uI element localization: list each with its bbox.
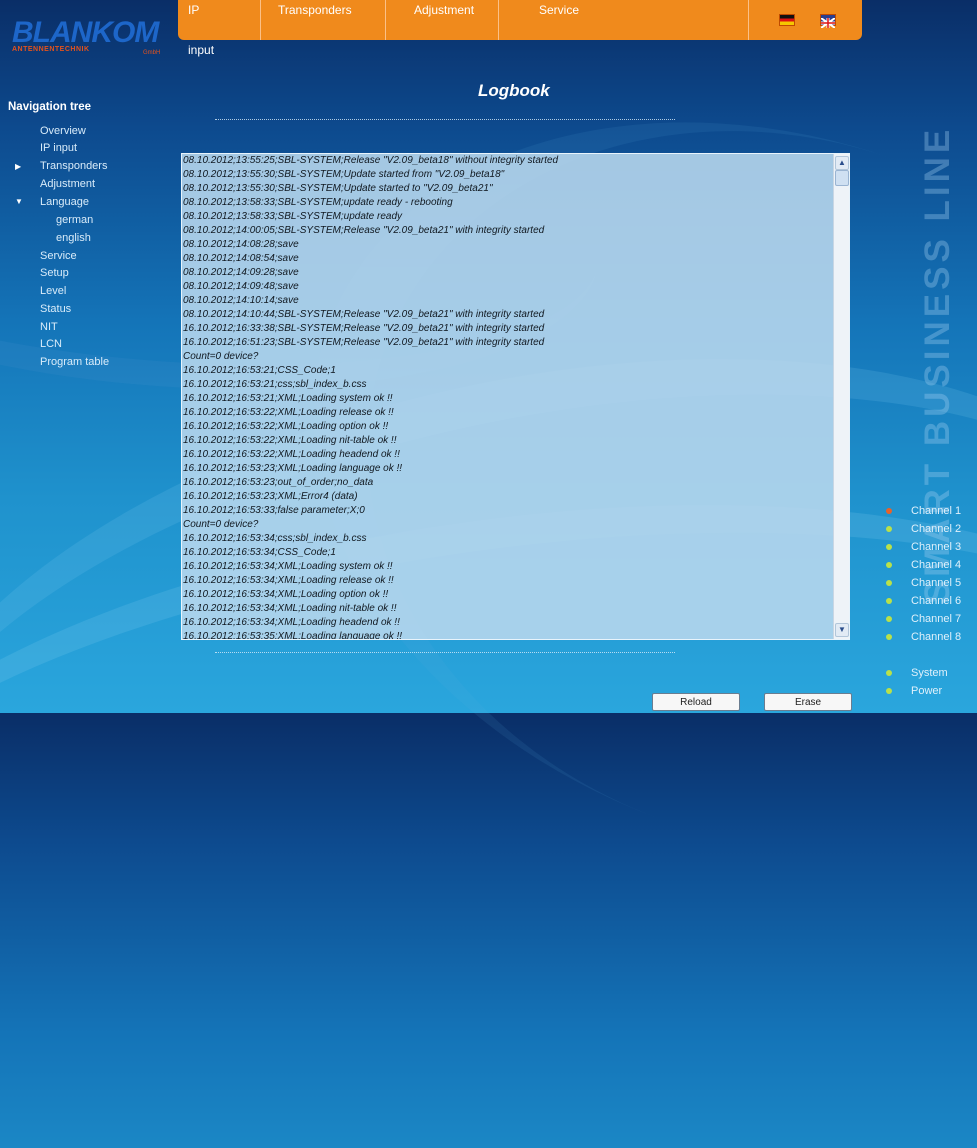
- log-line: 16.10.2012;16:53:34;XML;Loading system o…: [183, 561, 393, 572]
- log-line: 16.10.2012;16:53:22;XML;Loading release …: [183, 407, 394, 418]
- blankom-logo: BLANKOM ANTENNENTECHNIK GmbH: [12, 16, 161, 57]
- log-line: 16.10.2012;16:53:34;CSS_Code;1: [183, 547, 336, 558]
- led-icon: [886, 508, 892, 514]
- log-line: 08.10.2012;13:55:30;SBL-SYSTEM;Update st…: [183, 169, 505, 180]
- log-line: 16.10.2012;16:53:23;out_of_order;no_data: [183, 477, 374, 488]
- navigation-tree-title: Navigation tree: [8, 101, 92, 113]
- log-line: 16.10.2012;16:53:33;false parameter;X;0: [183, 505, 365, 516]
- german-flag-icon[interactable]: [779, 14, 795, 26]
- vertical-scrollbar[interactable]: ▲ ▼: [833, 154, 849, 639]
- log-line: 16.10.2012;16:53:21;CSS_Code;1: [183, 365, 336, 376]
- log-line: 08.10.2012;14:08:28;save: [183, 239, 299, 250]
- log-line: 08.10.2012;14:00:05;SBL-SYSTEM;Release "…: [183, 225, 545, 236]
- led-icon: [886, 598, 892, 604]
- led-icon: [886, 562, 892, 568]
- nav-item-setup[interactable]: Setup: [40, 267, 69, 279]
- log-line: 08.10.2012;13:55:30;SBL-SYSTEM;Update st…: [183, 183, 493, 194]
- log-line: 16.10.2012;16:53:34;css;sbl_index_b.css: [183, 533, 367, 544]
- tab-divider: [260, 0, 261, 40]
- log-line: 16.10.2012;16:53:35;XML;Loading language…: [183, 631, 403, 640]
- log-line: 16.10.2012;16:53:34;XML;Loading headend …: [183, 617, 400, 628]
- log-line: 08.10.2012;14:08:54;save: [183, 253, 299, 264]
- log-line: 16.10.2012;16:53:21;XML;Loading system o…: [183, 393, 393, 404]
- tab-divider: [498, 0, 499, 40]
- page-title: Logbook: [478, 81, 550, 100]
- divider-bottom: [215, 652, 675, 653]
- nav-item-ip-input[interactable]: IP input: [40, 142, 77, 154]
- led-icon: [886, 616, 892, 622]
- log-line: 16.10.2012;16:53:34;XML;Loading release …: [183, 575, 394, 586]
- nav-item-adjustment[interactable]: Adjustment: [40, 178, 95, 190]
- scroll-thumb[interactable]: [835, 170, 849, 186]
- log-line: 16.10.2012;16:51:23;SBL-SYSTEM;Release "…: [183, 337, 545, 348]
- english-flag-icon[interactable]: [820, 14, 836, 29]
- collapse-arrow-icon[interactable]: ▼: [15, 197, 23, 206]
- log-line: 08.10.2012;14:09:28;save: [183, 267, 299, 278]
- scroll-up-icon[interactable]: ▲: [835, 156, 849, 170]
- nav-item-nit[interactable]: NIT: [40, 321, 58, 333]
- expand-arrow-icon[interactable]: ▶: [15, 162, 21, 171]
- led-icon: [886, 688, 892, 694]
- log-lines: 08.10.2012;13:55:25;SBL-SYSTEM;Release "…: [183, 154, 831, 640]
- top-navigation: IP input Transponders Adjustment Service: [178, 0, 862, 57]
- log-line: 08.10.2012;13:58:33;SBL-SYSTEM;update re…: [183, 211, 403, 222]
- log-line: 16.10.2012;16:33:38;SBL-SYSTEM;Release "…: [183, 323, 545, 334]
- led-icon: [886, 526, 892, 532]
- log-line: Count=0 device?: [183, 351, 259, 362]
- log-line: 08.10.2012;13:58:33;SBL-SYSTEM;update re…: [183, 197, 453, 208]
- log-line: 16.10.2012;16:53:22;XML;Loading headend …: [183, 449, 400, 460]
- log-line: 16.10.2012;16:53:22;XML;Loading nit-tabl…: [183, 435, 397, 446]
- nav-item-overview[interactable]: Overview: [40, 125, 86, 137]
- log-line: 16.10.2012;16:53:23;XML;Error4 (data): [183, 491, 358, 502]
- logbook-textarea[interactable]: 08.10.2012;13:55:25;SBL-SYSTEM;Release "…: [181, 153, 850, 640]
- nav-item-language[interactable]: Language: [40, 196, 89, 208]
- nav-item-status[interactable]: Status: [40, 303, 71, 315]
- log-line: 16.10.2012;16:53:22;XML;Loading option o…: [183, 421, 389, 432]
- erase-button[interactable]: Erase: [764, 693, 852, 711]
- nav-item-lcn[interactable]: LCN: [40, 338, 62, 350]
- log-line: 08.10.2012;14:10:14;save: [183, 295, 299, 306]
- nav-item-service[interactable]: Service: [40, 250, 77, 262]
- log-line: 16.10.2012;16:53:21;css;sbl_index_b.css: [183, 379, 367, 390]
- led-icon: [886, 634, 892, 640]
- scroll-down-icon[interactable]: ▼: [835, 623, 849, 637]
- led-icon: [886, 580, 892, 586]
- logo-name: BLANKOM: [12, 16, 159, 49]
- log-line: 16.10.2012;16:53:34;XML;Loading option o…: [183, 589, 389, 600]
- divider-top: [215, 119, 675, 120]
- log-line: 08.10.2012;14:09:48;save: [183, 281, 299, 292]
- tab-divider: [748, 0, 749, 40]
- log-line: 16.10.2012;16:53:34;XML;Loading nit-tabl…: [183, 603, 397, 614]
- led-icon: [886, 544, 892, 550]
- log-line: 16.10.2012;16:53:23;XML;Loading language…: [183, 463, 403, 474]
- led-icon: [886, 670, 892, 676]
- nav-item-program-table[interactable]: Program table: [40, 356, 109, 368]
- reload-button[interactable]: Reload: [652, 693, 740, 711]
- logo-suffix: GmbH: [142, 50, 161, 56]
- log-line: Count=0 device?: [183, 519, 259, 530]
- nav-item-transponders[interactable]: Transponders: [40, 160, 107, 172]
- log-line: 08.10.2012;13:55:25;SBL-SYSTEM;Release "…: [183, 155, 559, 166]
- tab-divider: [385, 0, 386, 40]
- nav-item-german[interactable]: german: [56, 214, 93, 226]
- nav-item-english[interactable]: english: [56, 232, 91, 244]
- nav-item-level[interactable]: Level: [40, 285, 66, 297]
- log-line: 08.10.2012;14:10:44;SBL-SYSTEM;Release "…: [183, 309, 545, 320]
